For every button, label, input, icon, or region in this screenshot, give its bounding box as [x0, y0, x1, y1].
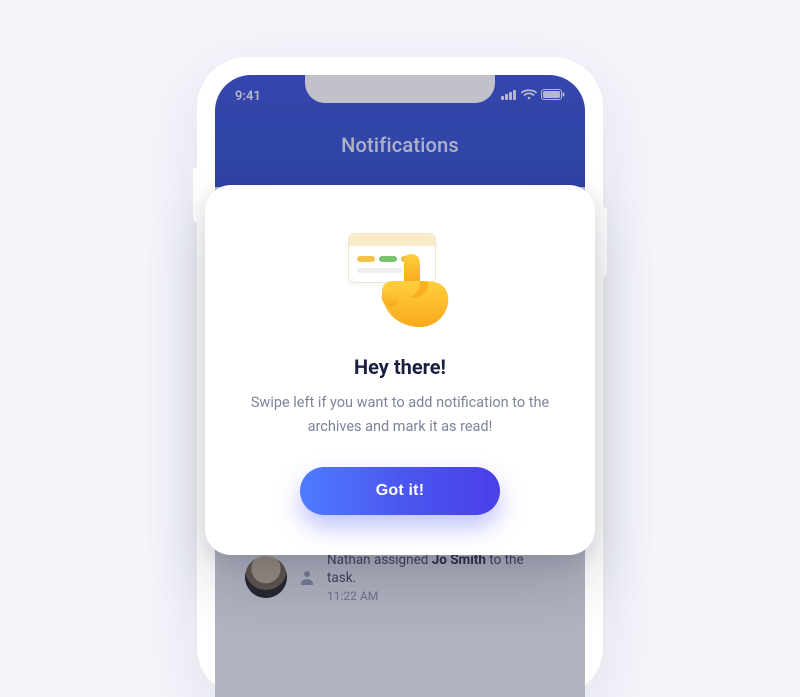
phone-side-button-right: [603, 207, 607, 277]
pointing-hand-icon: [374, 251, 462, 331]
modal-title: Hey there!: [241, 355, 559, 379]
onboarding-modal: Hey there! Swipe left if you want to add…: [205, 185, 595, 555]
got-it-button[interactable]: Got it!: [300, 467, 500, 515]
phone-side-button-left: [193, 167, 197, 223]
swipe-illustration: [330, 225, 470, 335]
modal-body: Swipe left if you want to add notificati…: [250, 391, 550, 439]
